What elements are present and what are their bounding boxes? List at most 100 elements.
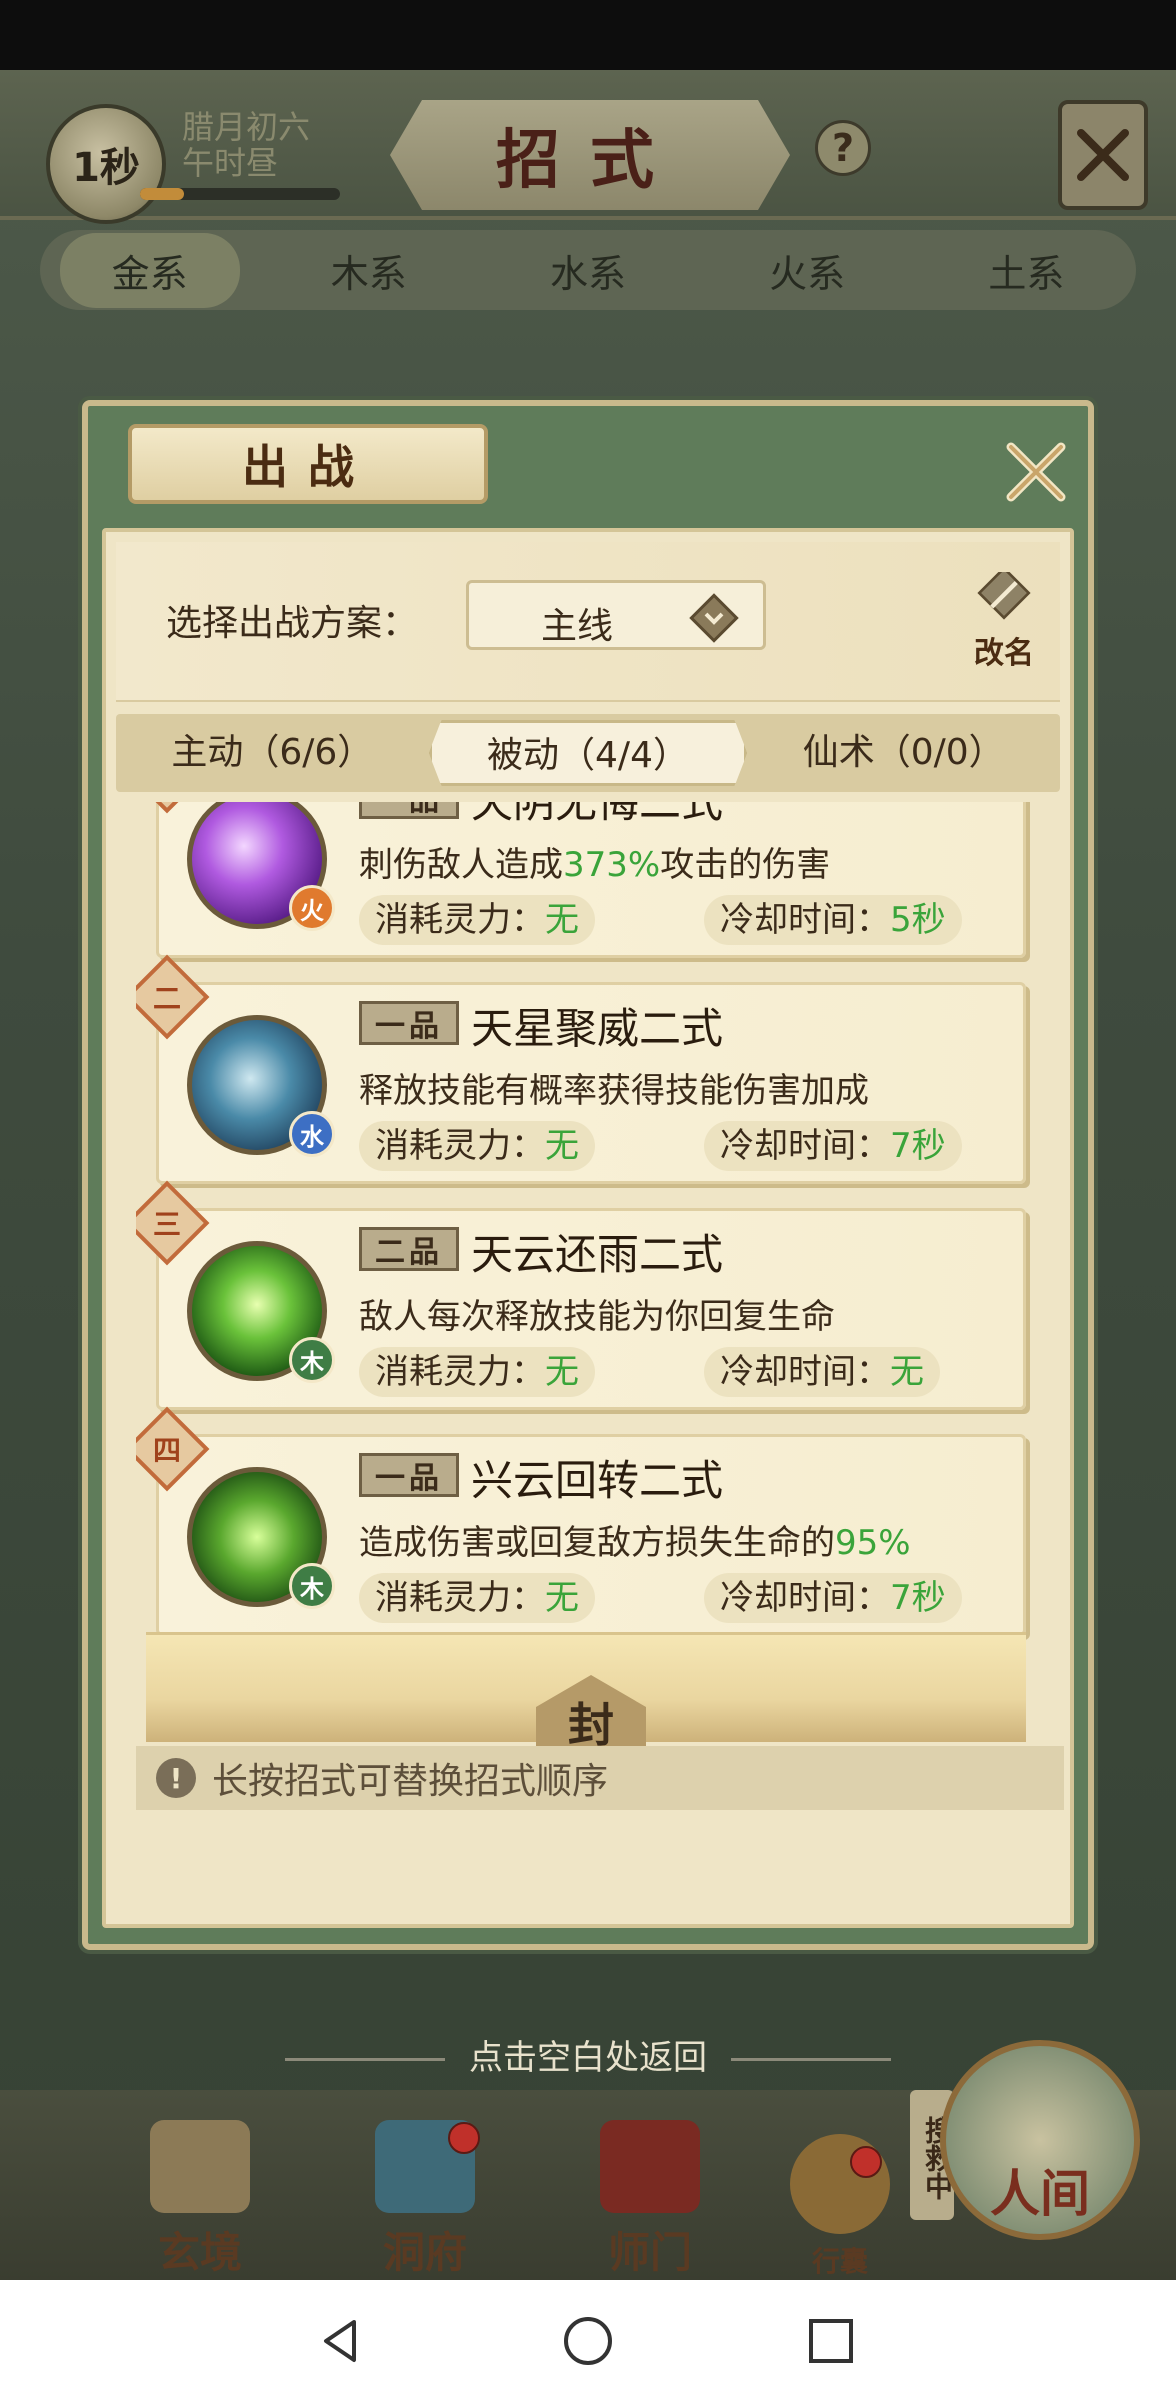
cooldown-value: 无 [890,1352,924,1392]
cooldown-value: 5秒 [890,900,946,940]
skill-card[interactable]: 二 水 一品 天星聚威二式 释放技能有概率获得技能伤害加成 消耗灵力：无 冷却时… [136,954,1026,1184]
nav-label: 玄境 [157,2228,242,2277]
nav-xuanjing[interactable]: 玄境 [120,2120,280,2280]
nav-label: 人间 [990,2164,1090,2223]
cooldown-label: 冷却时间： [720,1578,890,1618]
nav-xingnang[interactable]: 行囊 [760,2120,920,2280]
nav-renjian[interactable]: 人间 [940,2040,1140,2240]
desc-highlight: 373% [563,845,661,885]
recents-button[interactable] [796,2306,866,2376]
back-button[interactable] [306,2306,376,2376]
time-badge-text: 1秒 [72,145,140,191]
close-button[interactable] [1058,100,1148,210]
brush-icon [977,572,1031,620]
cost-label: 消耗灵力： [375,1578,545,1618]
home-button[interactable] [553,2306,623,2376]
desc-text: 释放技能有概率获得技能伤害加成 [359,1071,869,1111]
skill-name: 天云还雨二式 [471,1230,724,1279]
scroll-icon [150,2120,250,2213]
order-number: 三 [152,1208,181,1241]
cost-pill: 消耗灵力：无 [359,1347,595,1397]
cooldown-pill: 冷却时间：7秒 [704,1573,962,1623]
rename-button[interactable]: 改名 [956,572,1052,672]
rename-label: 改名 [974,636,1034,671]
cost-value: 无 [545,1578,579,1618]
cost-label: 消耗灵力： [375,1126,545,1166]
skill-description: 释放技能有概率获得技能伤害加成 [359,1063,869,1112]
nav-label: 行囊 [811,2245,868,2278]
tab-metal[interactable]: 金系 [59,232,240,308]
cost-pill: 消耗灵力：无 [359,895,595,945]
nav-label: 师门 [607,2228,692,2277]
grade-tag: 一品 [359,1453,459,1497]
grade-tag: 一品 [359,802,459,819]
reorder-hint: ! 长按招式可替换招式顺序 [136,1746,1064,1810]
tab-earth[interactable]: 土系 [936,243,1116,298]
banner-icon [600,2120,700,2213]
cost-pill: 消耗灵力：无 [359,1121,595,1171]
sealed-slot: 封 [146,1632,1026,1755]
order-badge [136,802,210,814]
desc-text: 造成伤害或回复敌方损失生命的 [359,1523,835,1563]
cooldown-label: 冷却时间： [720,1126,890,1166]
cost-label: 消耗灵力： [375,1352,545,1392]
cost-value: 无 [545,1126,579,1166]
element-badge-wood: 木 [289,1563,335,1609]
plan-row: 选择出战方案： 主线 改名 [116,542,1060,702]
element-badge-wood: 木 [289,1337,335,1383]
tab-fire[interactable]: 火系 [717,243,897,298]
cooldown-pill: 冷却时间：7秒 [704,1121,962,1171]
skill-card[interactable]: 三 木 二品 天云还雨二式 敌人每次释放技能为你回复生命 消耗灵力：无 冷却时间… [136,1180,1026,1410]
notification-dot [850,2146,882,2178]
tab-wood[interactable]: 木系 [279,243,459,298]
skill-description: 敌人每次释放技能为你回复生命 [359,1289,835,1338]
grade-tag: 二品 [359,1227,459,1271]
desc-highlight: 95% [835,1523,911,1563]
plan-dropdown[interactable]: 主线 [466,580,766,650]
cooldown-value: 7秒 [890,1126,946,1166]
tab-immortal-arts[interactable]: 仙术（0/0） [747,720,1060,786]
close-icon [1077,129,1129,181]
skill-type-tabs: 主动（6/6） 被动（4/4） 仙术（0/0） [116,714,1060,792]
page-title: 招式 [390,100,790,210]
skill-name: 天星聚威二式 [471,1004,724,1053]
desc-text-end: 攻击的伤害 [660,845,831,885]
cooldown-label: 冷却时间： [720,1352,890,1392]
cost-value: 无 [545,1352,579,1392]
recents-square-icon [809,2319,853,2363]
help-button[interactable]: ? [815,120,871,176]
cooldown-pill: 冷却时间：无 [704,1347,940,1397]
nav-shimen[interactable]: 师门 [570,2120,730,2280]
skill-card[interactable]: 四 木 一品 兴云回转二式 造成伤害或回复敌方损失生命的95% 消耗灵力：无 冷… [136,1406,1026,1636]
dropdown-arrow-icon [685,589,743,647]
cost-pill: 消耗灵力：无 [359,1573,595,1623]
skill-card[interactable]: 一 火 一品 天阴无悔二式 刺伤敌人造成373%攻击的伤害 消耗灵力：无 冷却时… [136,802,1026,958]
system-nav-bar [0,2280,1176,2400]
tab-passive-skills[interactable]: 被动（4/4） [428,720,748,786]
tab-active-skills[interactable]: 主动（6/6） [116,720,429,786]
skill-description: 刺伤敌人造成373%攻击的伤害 [359,837,830,886]
cooldown-value: 7秒 [890,1578,946,1618]
plan-dropdown-value: 主线 [541,606,614,647]
home-circle-icon [564,2317,612,2365]
nav-dongfu[interactable]: 洞府 [345,2120,505,2280]
desc-text: 刺伤敌人造成 [359,845,563,885]
plan-label: 选择出战方案： [166,603,419,644]
skill-name: 兴云回转二式 [471,1456,724,1505]
skill-name: 天阴无悔二式 [471,802,724,827]
grade-tag: 一品 [359,1001,459,1045]
seal-mark: 封 [536,1675,646,1755]
nav-label: 洞府 [382,2228,467,2277]
element-badge-water: 水 [289,1111,335,1157]
close-icon [1006,442,1066,502]
modal-title: 出战 [128,424,488,504]
reorder-hint-text: 长按招式可替换招式顺序 [212,1761,609,1802]
order-number: 二 [152,982,181,1015]
tab-water[interactable]: 水系 [498,243,678,298]
notification-dot [448,2122,480,2154]
info-icon: ! [156,1758,196,1798]
modal-close-button[interactable] [996,432,1076,512]
element-badge-fire: 火 [289,885,335,931]
time-badge: 1秒 [46,104,166,224]
time-progress-fill [140,188,184,200]
